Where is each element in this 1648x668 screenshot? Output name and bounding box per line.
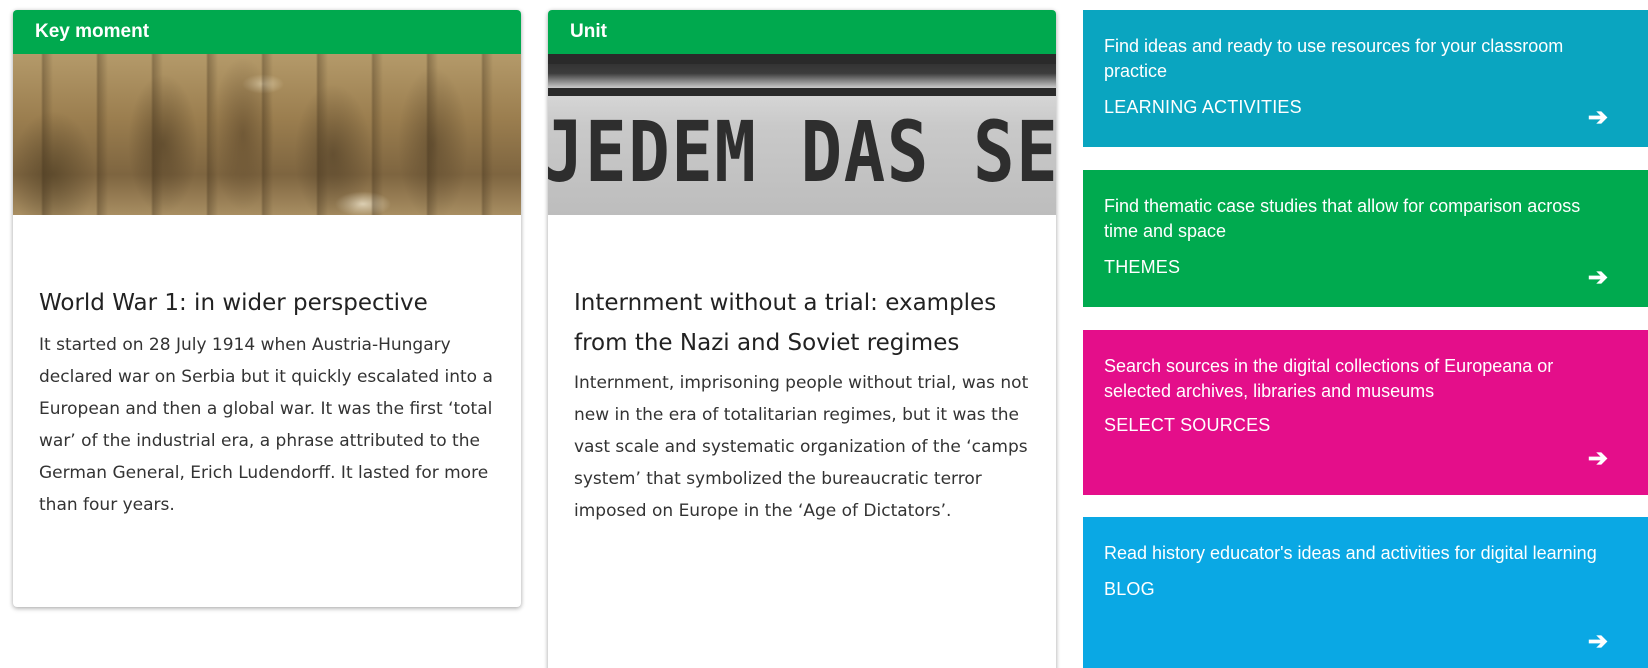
- arrow-right-icon[interactable]: ➔: [1588, 630, 1608, 654]
- arrow-right-icon[interactable]: ➔: [1588, 447, 1608, 471]
- select-sources-link[interactable]: SELECT SOURCES: [1104, 413, 1613, 438]
- card-category-label[interactable]: Key moment: [13, 10, 521, 54]
- camp-gate-image[interactable]: JEDEM DAS SEIN: [548, 54, 1056, 215]
- panel-description: Search sources in the digital collection…: [1104, 356, 1554, 401]
- blog-link[interactable]: BLOG: [1104, 577, 1613, 602]
- arrow-right-icon[interactable]: ➔: [1588, 266, 1608, 290]
- select-sources-panel[interactable]: Search sources in the digital collection…: [1083, 330, 1648, 495]
- unit-card[interactable]: Unit JEDEM DAS SEIN Internment without a…: [548, 10, 1056, 668]
- panel-description: Find thematic case studies that allow fo…: [1104, 196, 1581, 241]
- card-category-label[interactable]: Unit: [548, 10, 1056, 54]
- gate-bar: [548, 88, 1056, 96]
- learning-activities-panel[interactable]: Find ideas and ready to use resources fo…: [1083, 10, 1648, 147]
- gate-inscription: JEDEM DAS SEIN: [548, 103, 1056, 201]
- gate-bar: [548, 54, 1056, 64]
- card-description: Internment, imprisoning people without t…: [574, 373, 1029, 521]
- ww1-soldiers-image[interactable]: [13, 54, 521, 215]
- panel-description: Read history educator's ideas and activi…: [1104, 543, 1597, 563]
- page: Key moment World War 1: in wider perspec…: [0, 0, 1648, 668]
- key-moment-card[interactable]: Key moment World War 1: in wider perspec…: [13, 10, 521, 607]
- panel-description: Find ideas and ready to use resources fo…: [1104, 36, 1564, 81]
- blog-panel[interactable]: Read history educator's ideas and activi…: [1083, 517, 1648, 668]
- learning-activities-link[interactable]: LEARNING ACTIVITIES: [1104, 95, 1613, 120]
- card-description: It started on 28 July 1914 when Austria-…: [39, 335, 493, 515]
- themes-panel[interactable]: Find thematic case studies that allow fo…: [1083, 170, 1648, 307]
- themes-link[interactable]: THEMES: [1104, 255, 1613, 280]
- card-title[interactable]: World War 1: in wider perspective: [13, 283, 521, 323]
- arrow-right-icon[interactable]: ➔: [1588, 106, 1608, 130]
- card-title[interactable]: Internment without a trial: examples fro…: [548, 283, 1056, 363]
